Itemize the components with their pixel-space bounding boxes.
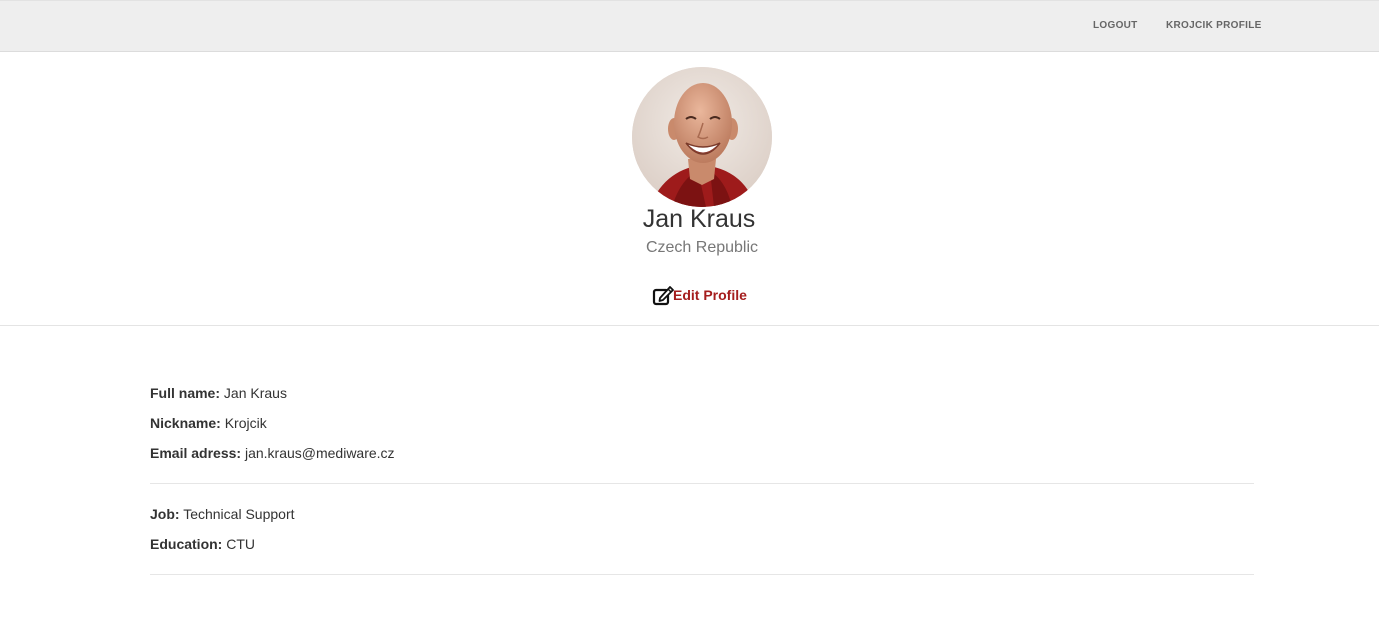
logout-link[interactable]: LOGOUT <box>1093 20 1138 31</box>
job-row: Job: Technical Support <box>150 506 295 522</box>
section-divider <box>150 483 1254 484</box>
full-name-label: Full name: <box>150 385 221 401</box>
job-label: Job: <box>150 506 180 522</box>
email-row: Email adress: jan.kraus@mediware.cz <box>150 445 395 461</box>
email-label: Email adress: <box>150 445 242 461</box>
email-value: jan.kraus@mediware.cz <box>244 445 395 461</box>
header-divider <box>0 325 1379 326</box>
full-name-value: Jan Kraus <box>223 385 287 401</box>
edit-profile-link[interactable]: Edit Profile <box>652 284 747 306</box>
avatar <box>632 67 772 207</box>
full-name-row: Full name: Jan Kraus <box>150 385 287 401</box>
nickname-value: Krojcik <box>224 415 267 431</box>
profile-name: Jan Kraus <box>642 205 756 233</box>
job-value: Technical Support <box>183 506 295 522</box>
section-divider <box>150 574 1254 575</box>
profile-country: Czech Republic <box>645 239 759 256</box>
edit-profile-label: Edit Profile <box>673 287 747 303</box>
education-value: CTU <box>226 536 256 552</box>
nickname-label: Nickname: <box>150 415 221 431</box>
profile-link[interactable]: KROJCIK PROFILE <box>1166 20 1262 31</box>
education-label: Education: <box>150 536 223 552</box>
top-navbar: LOGOUT KROJCIK PROFILE <box>0 0 1379 52</box>
edit-icon <box>652 286 674 306</box>
education-row: Education: CTU <box>150 536 255 552</box>
user-photo-icon <box>632 67 772 207</box>
nickname-row: Nickname: Krojcik <box>150 415 267 431</box>
